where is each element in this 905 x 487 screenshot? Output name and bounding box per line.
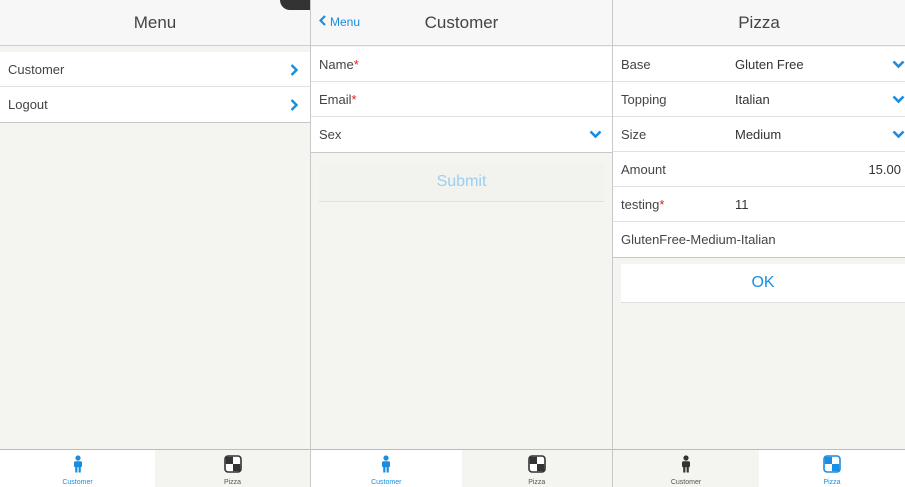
menu-item-logout[interactable]: Logout (0, 87, 310, 122)
back-button[interactable]: Menu (318, 0, 361, 45)
tab-bar: Customer Pizza (0, 449, 310, 487)
field-value: Medium (735, 127, 782, 142)
field-label: Sex (319, 127, 342, 142)
tab-label: Pizza (223, 479, 242, 486)
chevron-right-icon (290, 87, 298, 122)
back-label: Menu (330, 15, 361, 29)
tab-pizza[interactable]: Pizza (155, 450, 310, 487)
summary-text: GlutenFree-Medium-Italian (621, 232, 776, 247)
amount-field[interactable]: Amount 15.00 (613, 152, 905, 187)
tab-pizza[interactable]: Pizza (462, 450, 613, 487)
menu-header: Menu (0, 0, 310, 46)
name-field[interactable]: Name* (311, 47, 612, 82)
chevron-down-icon (892, 82, 905, 117)
submit-button[interactable]: Submit (319, 163, 604, 202)
tab-label: Customer (670, 479, 702, 486)
menu-item-label: Logout (8, 97, 48, 112)
customer-panel: Customer Menu Name* Email* Sex Submit Cu… (311, 0, 613, 487)
pizza-form: Base Gluten Free Topping Italian Size Me… (613, 47, 905, 258)
pizza-icon (823, 455, 841, 473)
tab-label: Customer (62, 479, 93, 486)
testing-field[interactable]: testing* 11 (613, 187, 905, 222)
field-value: Gluten Free (735, 57, 804, 72)
tab-bar: Customer Pizza (311, 449, 612, 487)
sex-select[interactable]: Sex (311, 117, 612, 152)
pizza-title: Pizza (738, 13, 780, 32)
tab-bar: Customer Pizza (613, 449, 905, 487)
pizza-icon (527, 455, 546, 473)
required-mark: * (353, 57, 359, 72)
customer-header: Customer Menu (311, 0, 612, 46)
field-label: Base (621, 57, 651, 72)
person-icon (682, 455, 690, 473)
required-mark: * (351, 92, 357, 107)
menu-list: Customer Logout (0, 52, 310, 123)
field-label: Name (319, 57, 354, 72)
tab-customer[interactable]: Customer (311, 450, 462, 487)
menu-panel: Menu Customer Logout Customer Pizza (0, 0, 311, 487)
field-label: Topping (621, 92, 667, 107)
chevron-down-icon (892, 117, 905, 152)
tab-label: Customer (371, 479, 402, 486)
chevron-right-icon (290, 52, 298, 87)
tab-label: Pizza (823, 479, 841, 486)
person-icon (382, 455, 391, 473)
size-select[interactable]: Size Medium (613, 117, 905, 152)
menu-item-customer[interactable]: Customer (0, 52, 310, 87)
field-value: 15.00 (868, 162, 901, 177)
field-label: Size (621, 127, 647, 142)
chevron-left-icon (318, 0, 326, 45)
pizza-icon (223, 455, 242, 473)
tab-customer[interactable]: Customer (613, 450, 759, 487)
field-label: Amount (621, 162, 666, 177)
field-label: Email (319, 92, 352, 107)
pizza-header: Pizza (613, 0, 905, 46)
tab-pizza[interactable]: Pizza (759, 450, 905, 487)
menu-title: Menu (133, 13, 177, 32)
chevron-down-icon (589, 117, 602, 152)
base-select[interactable]: Base Gluten Free (613, 47, 905, 82)
field-label: testing (621, 197, 660, 212)
required-mark: * (659, 197, 665, 212)
pizza-panel: Pizza Base Gluten Free Topping Italian S… (613, 0, 905, 487)
person-icon (73, 455, 82, 473)
tab-label: Pizza (528, 479, 546, 486)
menu-item-label: Customer (8, 62, 65, 77)
chevron-down-icon (892, 47, 905, 82)
ok-button[interactable]: OK (621, 264, 905, 303)
summary-row: GlutenFree-Medium-Italian (613, 222, 905, 257)
field-value: Italian (735, 92, 770, 107)
topping-select[interactable]: Topping Italian (613, 82, 905, 117)
customer-form: Name* Email* Sex (311, 47, 612, 153)
tab-customer[interactable]: Customer (0, 450, 155, 487)
email-field[interactable]: Email* (311, 82, 612, 117)
header-decoration (280, 0, 310, 10)
field-value: 11 (735, 197, 749, 212)
